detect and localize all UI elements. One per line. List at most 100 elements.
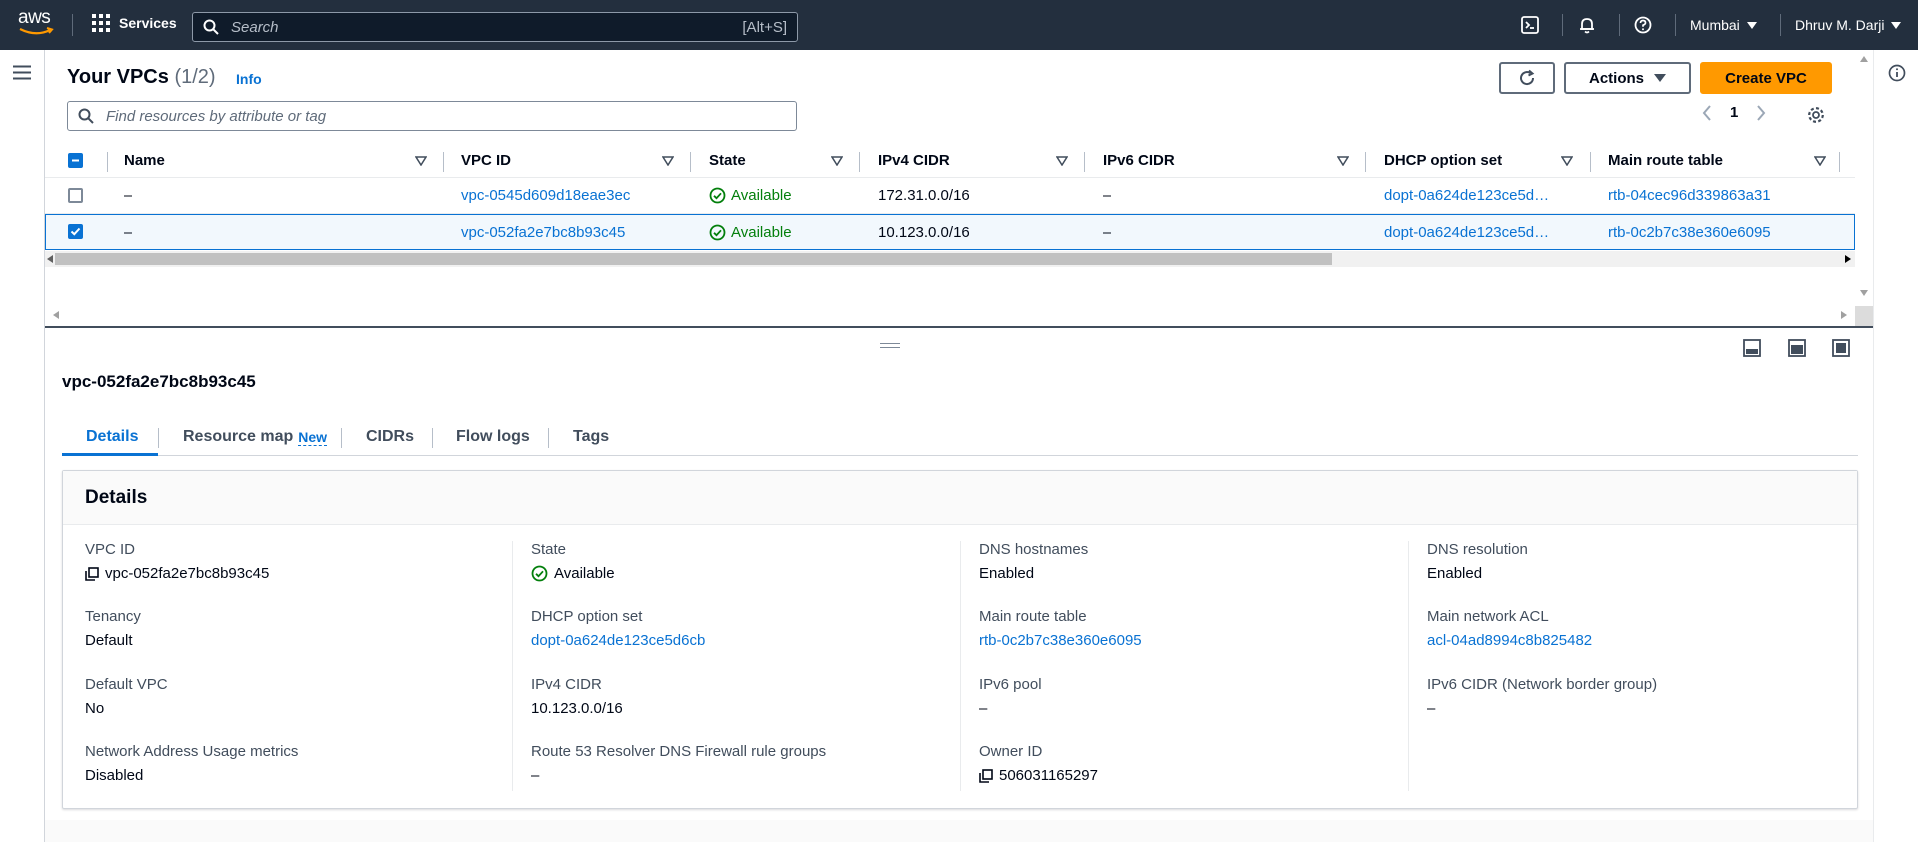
detail-value: Enabled <box>1427 565 1483 582</box>
refresh-icon <box>1520 69 1535 86</box>
table-horizontal-scrollbar[interactable] <box>45 251 1855 267</box>
column-header-name[interactable]: Name <box>124 144 165 177</box>
sort-icon[interactable] <box>1056 156 1068 166</box>
detail-dns-hostnames: DNS hostnames Enabled <box>979 541 1088 582</box>
column-header-state[interactable]: State <box>709 144 746 177</box>
detail-value: – <box>531 767 540 784</box>
sort-icon[interactable] <box>1814 156 1826 166</box>
page-number[interactable]: 1 <box>1730 104 1738 121</box>
row-checkbox[interactable] <box>68 188 83 203</box>
detail-default-vpc: Default VPC No <box>85 676 168 717</box>
column-header-main-route-table[interactable]: Main route table <box>1608 144 1723 177</box>
split-panel-drag-handle[interactable] <box>880 343 900 351</box>
detail-label: Main network ACL <box>1427 608 1549 625</box>
detail-label: IPv4 CIDR <box>531 676 602 693</box>
hamburger-icon[interactable] <box>13 65 31 80</box>
grid-icon <box>92 14 110 32</box>
bell-icon[interactable] <box>1578 16 1596 34</box>
sort-icon[interactable] <box>662 156 674 166</box>
column-header-ipv4-cidr[interactable]: IPv4 CIDR <box>878 144 950 177</box>
sort-icon[interactable] <box>831 156 843 166</box>
user-menu[interactable]: Dhruv M. Darji <box>1795 17 1902 33</box>
detail-dhcp-option-set: DHCP option set dopt-0a624de123ce5d6cb <box>531 608 705 649</box>
global-search[interactable]: [Alt+S] <box>192 12 798 42</box>
page-title: Your VPCs (1/2) <box>67 66 216 89</box>
help-icon[interactable] <box>1634 16 1652 34</box>
detail-label: Default VPC <box>85 676 168 693</box>
caret-down-icon <box>1654 74 1666 82</box>
panel-bottom-icon[interactable] <box>1743 339 1761 357</box>
table-header-row: Name VPC ID State IPv4 CIDR IPv6 CIDR DH… <box>45 144 1855 178</box>
region-label: Mumbai <box>1690 17 1740 33</box>
cell-dhcp-link[interactable]: dopt-0a624de123ce5d… <box>1384 178 1549 213</box>
cell-route-table-link[interactable]: rtb-0c2b7c38e360e6095 <box>1608 215 1771 249</box>
chevron-right-icon[interactable] <box>1756 104 1766 121</box>
page-horizontal-scrollbar[interactable] <box>45 307 1855 323</box>
select-all-checkbox[interactable] <box>68 153 83 168</box>
detail-value-text: vpc-052fa2e7bc8b93c45 <box>105 565 270 582</box>
create-vpc-button[interactable]: Create VPC <box>1700 62 1832 94</box>
details-column-3: DNS hostnames Enabled Main route table r… <box>960 541 1407 791</box>
detail-nau-metrics: Network Address Usage metrics Disabled <box>85 743 298 784</box>
cell-ipv4-cidr: 10.123.0.0/16 <box>878 223 970 241</box>
table-row[interactable]: – vpc-0545d609d18eae3ec Available 172.31… <box>45 178 1855 214</box>
sort-icon[interactable] <box>1337 156 1349 166</box>
column-header-dhcp-option-set[interactable]: DHCP option set <box>1384 144 1502 177</box>
caret-down-icon <box>1891 21 1902 29</box>
scrollbar-thumb[interactable] <box>55 253 1332 265</box>
tab-tags[interactable]: Tags <box>573 418 609 456</box>
column-separator <box>859 152 860 172</box>
detail-route-table-link[interactable]: rtb-0c2b7c38e360e6095 <box>979 632 1142 649</box>
info-link[interactable]: Info <box>236 71 262 87</box>
services-button[interactable]: Services <box>92 14 177 32</box>
cloudshell-icon[interactable] <box>1521 16 1539 34</box>
top-navigation: aws Services [Alt+S] <box>0 0 1918 50</box>
column-header-vpc-id[interactable]: VPC ID <box>461 144 511 177</box>
cell-vpc-id-link[interactable]: vpc-0545d609d18eae3ec <box>461 178 630 213</box>
row-checkbox-checked[interactable] <box>68 224 83 239</box>
detail-dns-resolution: DNS resolution Enabled <box>1427 541 1528 582</box>
column-separator <box>443 152 444 172</box>
tab-flow-logs[interactable]: Flow logs <box>456 418 530 456</box>
page-title-text: Your VPCs <box>67 66 169 88</box>
tab-separator <box>548 428 549 448</box>
sort-icon[interactable] <box>415 156 427 166</box>
actions-button[interactable]: Actions <box>1564 62 1691 94</box>
detail-tabs: Details Resource map New CIDRs Flow logs… <box>62 418 1858 456</box>
resource-filter-input[interactable] <box>104 106 786 126</box>
settings-icon[interactable] <box>1807 106 1825 124</box>
panel-full-icon[interactable] <box>1832 339 1850 357</box>
column-header-ipv6-cidr[interactable]: IPv6 CIDR <box>1103 144 1175 177</box>
chevron-left-icon[interactable] <box>1702 104 1712 121</box>
tab-resource-map[interactable]: Resource map New <box>183 418 328 456</box>
resource-filter[interactable] <box>67 101 797 131</box>
global-search-input[interactable] <box>229 17 743 37</box>
aws-logo[interactable]: aws <box>18 8 58 39</box>
table-row-selected[interactable]: – vpc-052fa2e7bc8b93c45 Available 10.123… <box>45 214 1855 250</box>
detail-network-acl-link[interactable]: acl-04ad8994c8b825482 <box>1427 632 1592 649</box>
copy-icon[interactable] <box>85 566 99 581</box>
column-separator <box>107 152 108 172</box>
tab-cidrs[interactable]: CIDRs <box>366 418 414 456</box>
nav-separator <box>1562 14 1563 36</box>
sort-icon[interactable] <box>1561 156 1573 166</box>
cell-dhcp-link[interactable]: dopt-0a624de123ce5d… <box>1384 215 1549 249</box>
detail-tenancy: Tenancy Default <box>85 608 141 649</box>
cell-state: Available <box>709 215 792 249</box>
active-tab-indicator <box>62 453 158 456</box>
details-card: Details VPC ID vpc-052fa2e7bc8b93c45 Ten… <box>62 470 1858 809</box>
cell-route-table-link[interactable]: rtb-04cec96d339863a31 <box>1608 178 1771 213</box>
panel-side-icon[interactable] <box>1788 339 1806 357</box>
cell-vpc-id-link[interactable]: vpc-052fa2e7bc8b93c45 <box>461 215 625 249</box>
detail-ipv6-cidr-border-group: IPv6 CIDR (Network border group) – <box>1427 676 1657 717</box>
nav-separator <box>1780 14 1781 36</box>
selected-count: (1/2) <box>174 66 216 88</box>
copy-icon[interactable] <box>979 768 993 783</box>
refresh-button[interactable] <box>1499 62 1555 94</box>
info-icon[interactable] <box>1888 64 1906 82</box>
detail-dhcp-link[interactable]: dopt-0a624de123ce5d6cb <box>531 632 705 649</box>
vertical-scrollbar[interactable] <box>1855 50 1873 328</box>
nav-separator <box>1619 14 1620 36</box>
tab-details[interactable]: Details <box>86 418 138 456</box>
region-selector[interactable]: Mumbai <box>1690 17 1757 33</box>
